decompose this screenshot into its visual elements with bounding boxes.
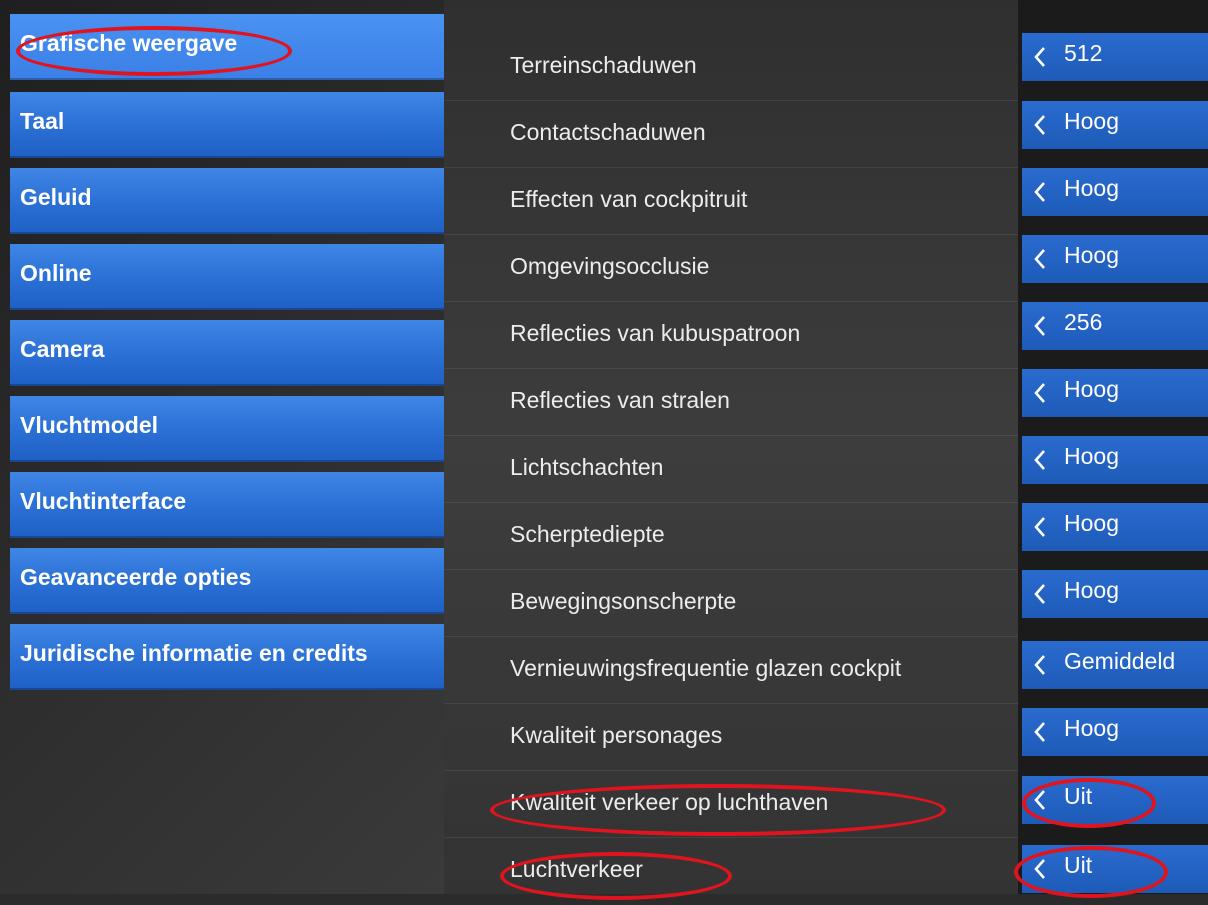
value-selector-bewegingsonscherpte[interactable]: Hoog — [1022, 570, 1208, 618]
sidebar-item-label: Vluchtmodel — [20, 411, 159, 438]
value-selector-lichtschachten[interactable]: Hoog — [1022, 436, 1208, 484]
chevron-left-icon[interactable] — [1034, 857, 1050, 881]
setting-label: Reflecties van stralen — [510, 387, 730, 413]
sidebar-item-label: Camera — [20, 335, 105, 362]
value-text: Hoog — [1064, 375, 1119, 402]
setting-label: Vernieuwingsfrequentie glazen cockpit — [510, 655, 902, 681]
setting-row-terreinschaduwen[interactable]: Terreinschaduwen — [444, 34, 1018, 101]
setting-row-effecten-cockpitruit[interactable]: Effecten van cockpitruit — [444, 168, 1018, 235]
value-selector-effecten-cockpitruit[interactable]: Hoog — [1022, 168, 1208, 216]
chevron-left-icon[interactable] — [1034, 448, 1050, 472]
setting-row-vernieuwingsfrequentie[interactable]: Vernieuwingsfrequentie glazen cockpit — [444, 637, 1018, 704]
sidebar-item-camera[interactable]: Camera — [10, 320, 444, 386]
setting-row-omgevingsocclusie[interactable]: Omgevingsocclusie — [444, 235, 1018, 302]
setting-label: Lichtschachten — [510, 454, 664, 480]
setting-label: Luchtverkeer — [510, 856, 643, 882]
setting-label: Terreinschaduwen — [510, 52, 697, 78]
chevron-left-icon[interactable] — [1034, 45, 1050, 69]
setting-label: Scherptediepte — [510, 521, 665, 547]
value-text: Hoog — [1064, 714, 1119, 741]
chevron-left-icon[interactable] — [1034, 720, 1050, 744]
chevron-left-icon[interactable] — [1034, 653, 1050, 677]
setting-label: Omgevingsocclusie — [510, 253, 710, 279]
chevron-left-icon[interactable] — [1034, 113, 1050, 137]
value-selector-terreinschaduwen[interactable]: 512 — [1022, 33, 1208, 81]
value-selector-kwaliteit-personages[interactable]: Hoog — [1022, 708, 1208, 756]
setting-label: Kwaliteit verkeer op luchthaven — [510, 789, 829, 815]
setting-row-kwaliteit-verkeer-luchthaven[interactable]: Kwaliteit verkeer op luchthaven — [444, 771, 1018, 838]
chevron-left-icon[interactable] — [1034, 788, 1050, 812]
sidebar-item-vluchtinterface[interactable]: Vluchtinterface — [10, 472, 444, 538]
settings-sidebar: Grafische weergave Taal Geluid Online Ca… — [0, 0, 444, 894]
value-selector-reflecties-kubuspatroon[interactable]: 256 — [1022, 302, 1208, 350]
sidebar-item-label: Online — [20, 259, 92, 286]
value-text: Gemiddeld — [1064, 647, 1176, 674]
setting-row-bewegingsonscherpte[interactable]: Bewegingsonscherpte — [444, 570, 1018, 637]
chevron-left-icon[interactable] — [1034, 515, 1050, 539]
chevron-left-icon[interactable] — [1034, 314, 1050, 338]
value-text: Hoog — [1064, 442, 1119, 469]
sidebar-item-label: Vluchtinterface — [20, 487, 187, 514]
value-selector-kwaliteit-verkeer-luchthaven[interactable]: Uit — [1022, 776, 1208, 824]
sidebar-item-label: Geavanceerde opties — [20, 563, 252, 590]
setting-row-contactschaduwen[interactable]: Contactschaduwen — [444, 101, 1018, 168]
setting-label: Kwaliteit personages — [510, 722, 723, 748]
sidebar-item-label: Grafische weergave — [20, 29, 238, 56]
sidebar-item-label: Juridische informatie en credits — [20, 639, 368, 666]
value-text: Uit — [1064, 782, 1093, 809]
sidebar-item-grafische-weergave[interactable]: Grafische weergave — [10, 14, 444, 80]
sidebar-item-geluid[interactable]: Geluid — [10, 168, 444, 234]
setting-label: Effecten van cockpitruit — [510, 186, 748, 212]
sidebar-item-label: Taal — [20, 107, 65, 134]
setting-row-lichtschachten[interactable]: Lichtschachten — [444, 436, 1018, 503]
value-selector-omgevingsocclusie[interactable]: Hoog — [1022, 235, 1208, 283]
setting-row-kwaliteit-personages[interactable]: Kwaliteit personages — [444, 704, 1018, 771]
value-selector-reflecties-stralen[interactable]: Hoog — [1022, 369, 1208, 417]
chevron-left-icon[interactable] — [1034, 381, 1050, 405]
setting-row-reflecties-stralen[interactable]: Reflecties van stralen — [444, 369, 1018, 436]
sidebar-item-juridische-informatie[interactable]: Juridische informatie en credits — [10, 624, 444, 690]
value-selector-scherptediepte[interactable]: Hoog — [1022, 503, 1208, 551]
value-text: Hoog — [1064, 509, 1119, 536]
sidebar-item-geavanceerde-opties[interactable]: Geavanceerde opties — [10, 548, 444, 614]
setting-row-reflecties-kubuspatroon[interactable]: Reflecties van kubuspatroon — [444, 302, 1018, 369]
chevron-left-icon[interactable] — [1034, 180, 1050, 204]
value-text: 256 — [1064, 308, 1103, 335]
value-selector-vernieuwingsfrequentie[interactable]: Gemiddeld — [1022, 641, 1208, 689]
setting-label: Bewegingsonscherpte — [510, 588, 737, 614]
value-selector-luchtverkeer[interactable]: Uit — [1022, 845, 1208, 893]
chevron-left-icon[interactable] — [1034, 582, 1050, 606]
settings-values-column: 512 Hoog Hoog Hoog 256 Hoog Hoog Hoog Ho… — [1018, 0, 1208, 894]
value-text: Uit — [1064, 851, 1093, 878]
setting-row-scherptediepte[interactable]: Scherptediepte — [444, 503, 1018, 570]
value-text: Hoog — [1064, 174, 1119, 201]
sidebar-item-label: Geluid — [20, 183, 92, 210]
setting-label: Contactschaduwen — [510, 119, 706, 145]
value-text: 512 — [1064, 39, 1103, 66]
value-text: Hoog — [1064, 241, 1119, 268]
value-selector-contactschaduwen[interactable]: Hoog — [1022, 101, 1208, 149]
sidebar-item-online[interactable]: Online — [10, 244, 444, 310]
setting-label: Reflecties van kubuspatroon — [510, 320, 801, 346]
sidebar-item-vluchtmodel[interactable]: Vluchtmodel — [10, 396, 444, 462]
value-text: Hoog — [1064, 107, 1119, 134]
setting-row-luchtverkeer[interactable]: Luchtverkeer — [444, 838, 1018, 905]
sidebar-item-taal[interactable]: Taal — [10, 92, 444, 158]
chevron-left-icon[interactable] — [1034, 247, 1050, 271]
value-text: Hoog — [1064, 576, 1119, 603]
settings-list: Terreinschaduwen Contactschaduwen Effect… — [444, 0, 1018, 894]
